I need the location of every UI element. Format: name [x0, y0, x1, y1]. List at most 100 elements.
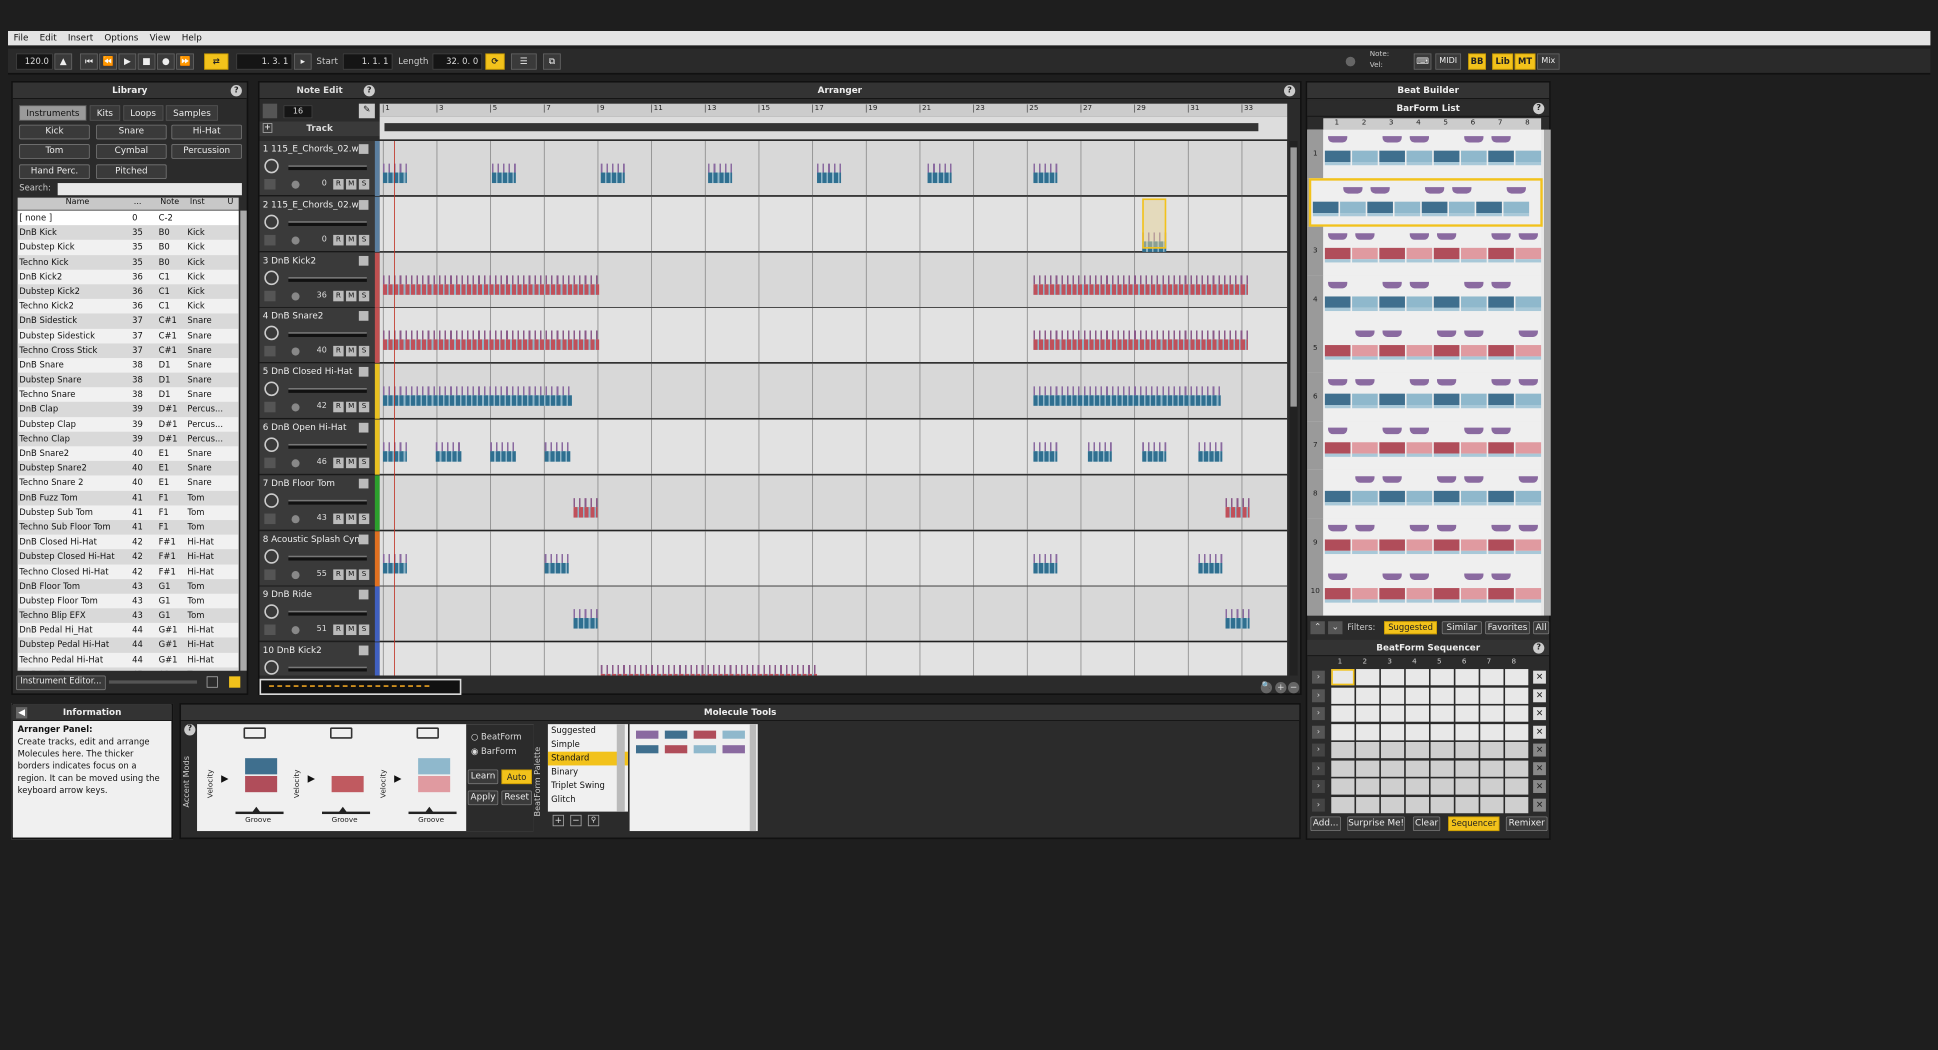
- sequencer-slot[interactable]: [1480, 778, 1504, 795]
- learn-button[interactable]: Learn: [467, 769, 499, 785]
- palette-search-icon[interactable]: ⚲: [587, 814, 600, 827]
- palette-thumb[interactable]: [664, 730, 688, 739]
- arranger-ruler[interactable]: 1 3 5 7 9 11 13 15 17 19 21 23 25 27 29 31 33: [379, 103, 1288, 117]
- midi-button[interactable]: MIDI: [1435, 53, 1462, 70]
- molecule-clip[interactable]: [600, 665, 818, 676]
- solo-button[interactable]: S: [358, 179, 370, 190]
- sequencer-slot[interactable]: [1455, 778, 1479, 795]
- sequencer-row[interactable]: › ✕: [1312, 723, 1549, 740]
- menu-edit[interactable]: Edit: [34, 31, 62, 45]
- palette-thumb-scrollbar[interactable]: [749, 724, 757, 832]
- sequencer-slot[interactable]: [1356, 778, 1380, 795]
- mute-button[interactable]: M: [346, 234, 357, 246]
- volume-slider[interactable]: [288, 165, 367, 171]
- palette-thumb[interactable]: [635, 745, 659, 754]
- track-lane[interactable]: [379, 586, 1288, 642]
- track-header-row[interactable]: 5 DnB Closed Hi-Hat 42 R M S: [259, 363, 380, 419]
- library-row[interactable]: DnB Kick2 36 C1 Kick: [18, 270, 239, 285]
- sequencer-slot[interactable]: [1430, 741, 1454, 759]
- library-row[interactable]: Dubstep Kick 35 B0 Kick: [18, 240, 239, 255]
- barform-row[interactable]: [1323, 372, 1542, 422]
- track-mute-led[interactable]: [264, 346, 276, 357]
- track-header-row[interactable]: 2 115_E_Chords_02.wav 0 R M S: [259, 196, 380, 252]
- volume-knob-icon[interactable]: [264, 548, 279, 564]
- filter-all[interactable]: All: [1533, 621, 1550, 635]
- barform-row[interactable]: [1323, 421, 1542, 470]
- sequencer-slot[interactable]: [1356, 669, 1380, 686]
- library-row[interactable]: Dubstep Pedal Hi-Hat 44 G#1 Hi-Hat: [17, 637, 239, 653]
- track-name[interactable]: 3 DnB Kick2: [263, 255, 363, 266]
- sequencer-slot[interactable]: [1331, 741, 1355, 759]
- molecule-clip[interactable]: [1033, 386, 1221, 406]
- track-name[interactable]: 10 DnB Kick2: [263, 645, 363, 656]
- lib-button[interactable]: Lib: [1492, 53, 1514, 70]
- sequencer-slot[interactable]: [1356, 723, 1380, 740]
- sequencer-slot[interactable]: [1356, 796, 1380, 813]
- track-name[interactable]: 7 DnB Floor Tom: [263, 478, 363, 489]
- barform-help-icon[interactable]: ?: [1533, 102, 1545, 115]
- tempo-field[interactable]: 120.0: [16, 53, 53, 70]
- track-swap-icon[interactable]: [358, 199, 369, 210]
- barform-row[interactable]: [1323, 469, 1542, 519]
- molecule-clip[interactable]: [544, 553, 569, 574]
- sequencer-row[interactable]: › ✕: [1312, 687, 1549, 704]
- expand-arrow-icon[interactable]: ›: [1312, 688, 1325, 702]
- preview-window-icon[interactable]: [206, 676, 218, 688]
- sequencer-slot[interactable]: [1356, 741, 1380, 759]
- solo-button[interactable]: S: [358, 290, 370, 301]
- sequencer-row[interactable]: › ✕: [1312, 669, 1549, 686]
- expand-arrow-icon[interactable]: ›: [1312, 707, 1325, 721]
- track-header-row[interactable]: 9 DnB Ride 51 R M S: [259, 586, 380, 642]
- category-percussion[interactable]: Percussion: [171, 144, 242, 159]
- grid-division-field[interactable]: 16: [283, 105, 313, 119]
- sequencer-slot[interactable]: [1331, 778, 1355, 795]
- sequencer-slot[interactable]: [1430, 796, 1454, 813]
- sequencer-slot[interactable]: [1380, 778, 1405, 795]
- track-mute-led[interactable]: [264, 290, 276, 301]
- library-help-icon[interactable]: ?: [230, 85, 242, 97]
- solo-button[interactable]: S: [358, 401, 370, 413]
- sequencer-row[interactable]: › ✕: [1312, 705, 1549, 722]
- accent-preset-icon[interactable]: [330, 727, 353, 739]
- rewind-icon[interactable]: ⏪: [99, 53, 117, 70]
- volume-slider[interactable]: [288, 555, 367, 561]
- palette-scrollbar[interactable]: [616, 724, 625, 812]
- sequencer-slot[interactable]: [1405, 741, 1429, 759]
- auto-button[interactable]: Auto: [501, 769, 532, 785]
- barform-row[interactable]: [1323, 129, 1542, 179]
- category-tom[interactable]: Tom: [19, 144, 90, 159]
- track-name[interactable]: 1 115_E_Chords_02.wav: [263, 143, 363, 154]
- track-lane[interactable]: [379, 475, 1288, 531]
- sequencer-slot[interactable]: [1405, 705, 1429, 722]
- mt-button[interactable]: MT: [1514, 53, 1536, 70]
- sequencer-slot[interactable]: [1430, 705, 1454, 722]
- clear-button[interactable]: Clear: [1412, 816, 1441, 832]
- arranger-vscrollbar[interactable]: [1289, 140, 1298, 676]
- palette-thumb[interactable]: [664, 745, 688, 754]
- track-lane[interactable]: [379, 308, 1288, 364]
- library-row[interactable]: Techno Kick2 36 C1 Kick: [18, 299, 239, 314]
- track-swap-icon[interactable]: [358, 255, 369, 266]
- volume-knob-icon[interactable]: [264, 604, 279, 620]
- molecule-clip[interactable]: [1033, 330, 1248, 351]
- molecule-clip[interactable]: [817, 163, 842, 184]
- category-hand-perc[interactable]: Hand Perc.: [19, 164, 90, 180]
- sequencer-slot[interactable]: [1480, 687, 1504, 704]
- apply-button[interactable]: Apply: [467, 790, 499, 806]
- sequencer-slot[interactable]: [1480, 796, 1504, 813]
- library-row[interactable]: DnB Snare2 40 E1 Snare: [18, 446, 239, 461]
- palette-remove-icon[interactable]: −: [570, 814, 582, 827]
- menu-view[interactable]: View: [144, 31, 176, 45]
- volume-knob-icon[interactable]: [264, 493, 279, 508]
- library-row[interactable]: Dubstep Snare 38 D1 Snare: [17, 372, 239, 388]
- record-button[interactable]: R: [333, 457, 344, 469]
- groove-thumb-icon[interactable]: [251, 806, 262, 814]
- sequencer-slot[interactable]: [1455, 705, 1479, 722]
- menu-file[interactable]: File: [8, 31, 34, 45]
- sequencer-slot[interactable]: [1480, 760, 1504, 777]
- solo-button[interactable]: S: [358, 346, 370, 357]
- molecule-clip[interactable]: [1198, 442, 1223, 462]
- menu-help[interactable]: Help: [176, 31, 207, 45]
- sequencer-slot[interactable]: [1505, 778, 1529, 795]
- sequencer-slot[interactable]: [1455, 687, 1479, 704]
